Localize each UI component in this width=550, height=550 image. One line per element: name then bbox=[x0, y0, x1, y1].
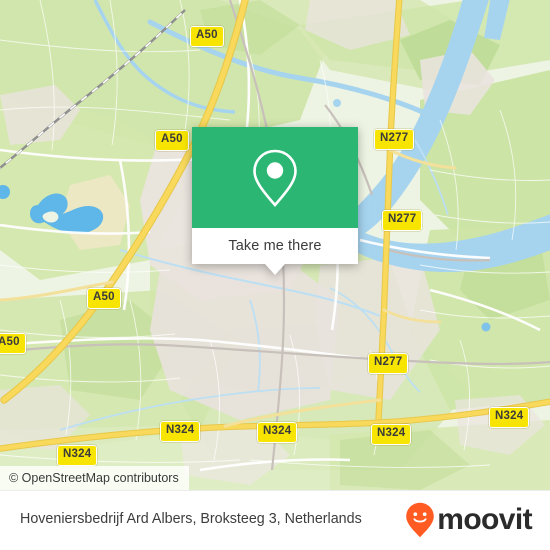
road-shield-n324: N324 bbox=[160, 421, 201, 442]
popup-action-bar[interactable]: Take me there bbox=[192, 228, 358, 275]
map-canvas[interactable]: A50 A50 A50 A50 N277 N277 N277 N324 N324 N324 N324… bbox=[0, 0, 550, 490]
road-shield-n324: N324 bbox=[371, 424, 412, 445]
road-shield-a50: A50 bbox=[155, 130, 189, 151]
place-address-label: Hoveniersbedrijf Ard Albers, Broksteeg 3… bbox=[20, 511, 362, 528]
popup-pointer-tail bbox=[265, 264, 285, 275]
place-popup-card[interactable]: Take me there bbox=[192, 127, 358, 275]
road-shield-n324: N324 bbox=[57, 445, 98, 466]
road-shield-n277: N277 bbox=[382, 210, 423, 231]
osm-attribution[interactable]: © OpenStreetMap contributors bbox=[0, 466, 189, 490]
road-shield-a50: A50 bbox=[0, 333, 26, 354]
moovit-smiley-pin-icon bbox=[406, 502, 435, 538]
moovit-logo[interactable]: moovit bbox=[405, 502, 533, 538]
road-shield-n277: N277 bbox=[374, 129, 415, 150]
bottom-info-bar: Hoveniersbedrijf Ard Albers, Broksteeg 3… bbox=[0, 490, 550, 550]
road-shield-n324: N324 bbox=[257, 422, 298, 443]
take-me-there-button[interactable]: Take me there bbox=[228, 238, 321, 254]
road-shield-a50: A50 bbox=[190, 26, 224, 47]
location-pin-icon bbox=[253, 149, 297, 207]
road-shield-n324: N324 bbox=[489, 407, 530, 428]
road-shield-a50: A50 bbox=[87, 288, 121, 309]
moovit-wordmark: moovit bbox=[437, 503, 532, 536]
road-shield-n277: N277 bbox=[368, 353, 409, 374]
popup-image-panel bbox=[192, 127, 358, 228]
moovit-place-map-view: A50 A50 A50 A50 N277 N277 N277 N324 N324 N324 N324… bbox=[0, 0, 550, 550]
